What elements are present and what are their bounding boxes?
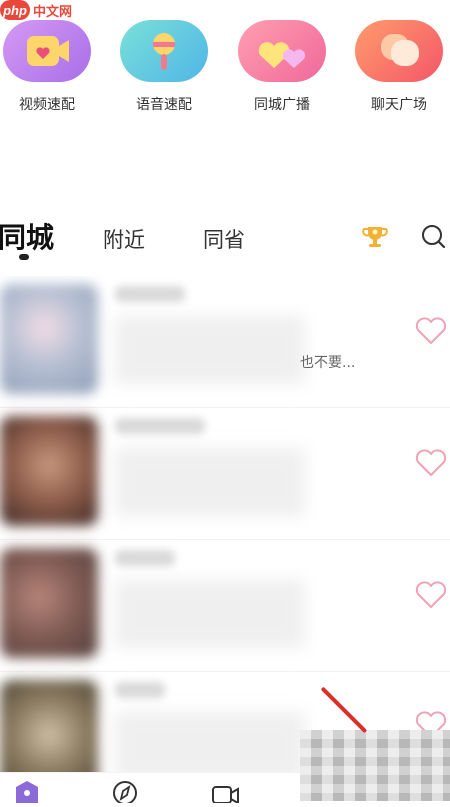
feed-card[interactable] — [0, 408, 450, 540]
user-info-blurred — [115, 712, 305, 772]
user-info-blurred — [115, 316, 305, 384]
user-feed-list: 也不要... — [0, 276, 450, 772]
user-name-blurred — [115, 682, 165, 698]
quick-entry-voice-match[interactable]: 语音速配 — [114, 20, 214, 114]
hearts-broadcast-icon — [238, 20, 326, 82]
tab-same-province[interactable]: 同省 — [203, 224, 245, 254]
quick-entry-city-broadcast[interactable]: 同城广播 — [232, 20, 332, 114]
heart-outline-icon[interactable] — [414, 580, 448, 610]
tab-same-city[interactable]: 同城 — [0, 216, 54, 256]
video-match-icon — [3, 20, 91, 82]
feed-card[interactable] — [0, 540, 450, 672]
site-watermark: php 中文网 — [0, 0, 72, 20]
quick-entry-label: 同城广播 — [254, 97, 310, 113]
user-info-blurred — [115, 580, 305, 648]
chat-bubbles-icon — [355, 20, 443, 82]
quick-entry-chat-square[interactable]: 聊天广场 — [349, 20, 449, 114]
tab-nearby[interactable]: 附近 — [103, 224, 145, 254]
avatar[interactable] — [0, 284, 98, 394]
quick-entry-video-match[interactable]: 视频速配 — [0, 20, 97, 114]
quick-entry-label: 语音速配 — [136, 97, 192, 113]
microphone-icon — [120, 20, 208, 82]
avatar[interactable] — [0, 680, 98, 772]
pixelated-overlay — [300, 730, 450, 801]
heart-outline-icon[interactable] — [414, 316, 448, 346]
quick-entry-label: 聊天广场 — [371, 97, 427, 113]
trophy-icon[interactable] — [360, 222, 390, 252]
quick-entry-label: 视频速配 — [19, 97, 75, 113]
feed-tabs: 同城 附近 同省 — [0, 210, 450, 270]
user-info-blurred — [115, 448, 305, 516]
user-name-blurred — [115, 286, 185, 302]
video-camera-icon[interactable] — [210, 779, 240, 805]
feed-card[interactable]: 也不要... — [0, 276, 450, 408]
quick-entry-bar: 视频速配 语音速配 同城广播 聊天广场 — [0, 20, 450, 120]
avatar[interactable] — [0, 416, 98, 526]
message-preview: 也不要... — [300, 355, 356, 371]
avatar[interactable] — [0, 548, 98, 658]
watermark-logo: php — [0, 0, 30, 20]
user-name-blurred — [115, 418, 205, 434]
compass-icon[interactable] — [110, 779, 140, 805]
watermark-text: 中文网 — [33, 4, 73, 20]
user-name-blurred — [115, 550, 175, 566]
tab-indicator — [19, 254, 29, 260]
heart-outline-icon[interactable] — [414, 448, 448, 478]
search-icon[interactable] — [419, 222, 449, 252]
home-icon[interactable] — [12, 779, 42, 803]
